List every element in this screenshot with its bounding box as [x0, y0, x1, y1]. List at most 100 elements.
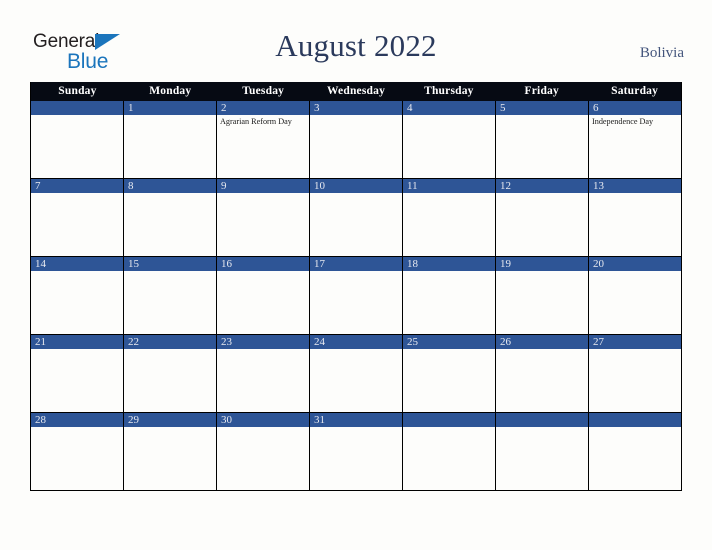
day-number-band: 19 — [496, 257, 588, 271]
day-number-band: 24 — [310, 335, 402, 349]
day-number: 21 — [35, 336, 46, 348]
calendar-day-cell-1[interactable]: 1 — [124, 101, 217, 178]
calendar-day-cell-empty[interactable] — [31, 101, 124, 178]
day-events — [217, 193, 309, 256]
day-of-week-header-row: Sunday Monday Tuesday Wednesday Thursday Frid… — [31, 82, 681, 101]
calendar-day-cell-22[interactable]: 22 — [124, 335, 217, 412]
calendar-grid: Sunday Monday Tuesday Wednesday Thursday Frid… — [30, 82, 682, 491]
day-number-band: 16 — [217, 257, 309, 271]
calendar-day-cell-15[interactable]: 15 — [124, 257, 217, 334]
calendar-day-cell-23[interactable]: 23 — [217, 335, 310, 412]
calendar-day-cell-3[interactable]: 3 — [310, 101, 403, 178]
calendar-day-cell-31[interactable]: 31 — [310, 413, 403, 490]
calendar-day-cell-8[interactable]: 8 — [124, 179, 217, 256]
calendar-day-cell-18[interactable]: 18 — [403, 257, 496, 334]
day-number-band: 9 — [217, 179, 309, 193]
day-events — [496, 193, 588, 256]
region-label: Bolivia — [639, 45, 684, 61]
day-events — [403, 115, 495, 178]
calendar-day-cell-13[interactable]: 13 — [589, 179, 681, 256]
calendar-day-cell-16[interactable]: 16 — [217, 257, 310, 334]
day-events — [403, 427, 495, 490]
day-of-week-header-saturday: Saturday — [611, 85, 659, 97]
day-number-band — [496, 413, 588, 427]
day-number: 20 — [593, 258, 604, 270]
day-number-band — [589, 413, 681, 427]
day-number-band: 29 — [124, 413, 216, 427]
calendar-day-cell-5[interactable]: 5 — [496, 101, 589, 178]
calendar-week-row: 14 15 16 17 18 19 20 — [31, 256, 681, 334]
day-number: 15 — [128, 258, 139, 270]
calendar-day-cell-21[interactable]: 21 — [31, 335, 124, 412]
day-number: 14 — [35, 258, 46, 270]
day-number: 28 — [35, 414, 46, 426]
calendar-day-cell-empty[interactable] — [496, 413, 589, 490]
day-number: 6 — [593, 102, 599, 114]
day-events — [496, 427, 588, 490]
calendar-day-cell-12[interactable]: 12 — [496, 179, 589, 256]
day-number: 5 — [500, 102, 506, 114]
calendar-day-cell-29[interactable]: 29 — [124, 413, 217, 490]
day-number-band: 1 — [124, 101, 216, 115]
calendar-day-cell-2[interactable]: 2 Agrarian Reform Day — [217, 101, 310, 178]
day-number-band: 14 — [31, 257, 123, 271]
day-number-band: 28 — [31, 413, 123, 427]
day-number: 24 — [314, 336, 325, 348]
day-number-band: 12 — [496, 179, 588, 193]
day-events — [31, 193, 123, 256]
calendar-day-cell-17[interactable]: 17 — [310, 257, 403, 334]
day-of-week-header-thursday: Thursday — [424, 85, 474, 97]
calendar-day-cell-10[interactable]: 10 — [310, 179, 403, 256]
day-events — [31, 271, 123, 334]
day-number: 18 — [407, 258, 418, 270]
day-number-band: 17 — [310, 257, 402, 271]
calendar-day-cell-27[interactable]: 27 — [589, 335, 681, 412]
day-events — [589, 349, 681, 412]
calendar-day-cell-28[interactable]: 28 — [31, 413, 124, 490]
day-number: 3 — [314, 102, 320, 114]
calendar-day-cell-19[interactable]: 19 — [496, 257, 589, 334]
page-title: August 2022 — [275, 28, 437, 63]
day-of-week-header-wednesday: Wednesday — [326, 85, 386, 97]
day-number-band: 4 — [403, 101, 495, 115]
day-number-band: 21 — [31, 335, 123, 349]
day-of-week-header-friday: Friday — [524, 85, 559, 97]
calendar-day-cell-11[interactable]: 11 — [403, 179, 496, 256]
day-number: 13 — [593, 180, 604, 192]
calendar-day-cell-20[interactable]: 20 — [589, 257, 681, 334]
holiday-event: Agrarian Reform Day — [220, 117, 292, 126]
day-number: 30 — [221, 414, 232, 426]
day-number: 25 — [407, 336, 418, 348]
day-number: 10 — [314, 180, 325, 192]
calendar-day-cell-24[interactable]: 24 — [310, 335, 403, 412]
day-number-band: 26 — [496, 335, 588, 349]
calendar-day-cell-14[interactable]: 14 — [31, 257, 124, 334]
day-number: 11 — [407, 180, 418, 192]
calendar-day-cell-9[interactable]: 9 — [217, 179, 310, 256]
day-number: 7 — [35, 180, 41, 192]
calendar-day-cell-26[interactable]: 26 — [496, 335, 589, 412]
day-number: 29 — [128, 414, 139, 426]
day-events — [496, 115, 588, 178]
calendar-day-cell-30[interactable]: 30 — [217, 413, 310, 490]
day-number-band: 23 — [217, 335, 309, 349]
day-number-band: 7 — [31, 179, 123, 193]
calendar-day-cell-4[interactable]: 4 — [403, 101, 496, 178]
day-events — [310, 115, 402, 178]
day-events — [310, 349, 402, 412]
day-events — [589, 271, 681, 334]
day-number-band — [31, 101, 123, 115]
calendar-day-cell-6[interactable]: 6 Independence Day — [589, 101, 681, 178]
calendar-day-cell-empty[interactable] — [403, 413, 496, 490]
day-number: 8 — [128, 180, 134, 192]
day-number-band: 27 — [589, 335, 681, 349]
day-number-band: 8 — [124, 179, 216, 193]
calendar-day-cell-25[interactable]: 25 — [403, 335, 496, 412]
holiday-event: Independence Day — [592, 117, 654, 126]
calendar-day-cell-7[interactable]: 7 — [31, 179, 124, 256]
calendar-day-cell-empty[interactable] — [589, 413, 681, 490]
day-events — [496, 349, 588, 412]
day-number-band: 30 — [217, 413, 309, 427]
day-number: 19 — [500, 258, 511, 270]
day-number: 9 — [221, 180, 227, 192]
